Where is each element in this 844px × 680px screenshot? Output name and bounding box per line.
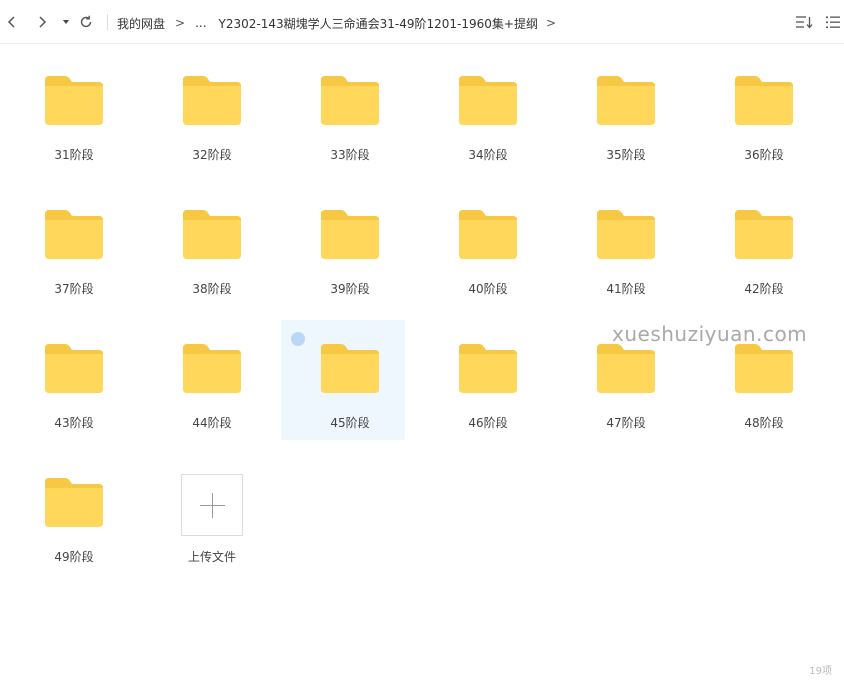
caret-down-icon: [63, 20, 69, 24]
folder-label: 48阶段: [744, 416, 784, 430]
selection-checkbox[interactable]: [291, 332, 305, 346]
folder-icon: [183, 344, 241, 393]
folder-label: 37阶段: [54, 282, 94, 296]
folder-item[interactable]: 33阶段: [281, 52, 405, 172]
sort-button[interactable]: [795, 14, 813, 34]
folder-item[interactable]: 31阶段: [5, 52, 129, 172]
folder-item[interactable]: 46阶段: [419, 320, 543, 440]
view-mode-button[interactable]: [825, 14, 841, 34]
folder-icon: [321, 210, 379, 259]
folder-icon: [45, 344, 103, 393]
folder-label: 43阶段: [54, 416, 94, 430]
breadcrumb-current[interactable]: Y2302-143糊塊学人三命通会31-49阶1201-1960集+提纲: [219, 15, 538, 32]
folder-label: 39阶段: [330, 282, 370, 296]
folder-label: 35阶段: [606, 148, 646, 162]
folder-icon: [735, 210, 793, 259]
history-dropdown-button[interactable]: [56, 11, 76, 33]
chevron-left-icon: [7, 16, 15, 28]
folder-label: 40阶段: [468, 282, 508, 296]
folder-item[interactable]: 45阶段: [281, 320, 405, 440]
refresh-icon: [80, 15, 92, 28]
folder-label: 38阶段: [192, 282, 232, 296]
folder-icon: [735, 344, 793, 393]
upload-label: 上传文件: [187, 550, 236, 564]
folder-icon: [45, 76, 103, 125]
folder-label: 49阶段: [54, 550, 94, 564]
folder-icon: [183, 210, 241, 259]
breadcrumb-ellipsis[interactable]: ...: [195, 16, 206, 30]
folder-item[interactable]: 44阶段: [143, 320, 267, 440]
folder-icon: [459, 344, 517, 393]
breadcrumb-trail-separator[interactable]: >: [546, 16, 556, 30]
folder-item[interactable]: 32阶段: [143, 52, 267, 172]
folder-item[interactable]: 43阶段: [5, 320, 129, 440]
refresh-button[interactable]: [76, 11, 96, 33]
folder-item[interactable]: 42阶段: [695, 186, 819, 306]
folder-icon: [735, 76, 793, 125]
folder-icon: [597, 76, 655, 125]
back-button[interactable]: [2, 11, 22, 33]
folder-icon: [45, 210, 103, 259]
watermark-text: xueshuziyuan.com: [612, 322, 808, 346]
forward-button[interactable]: [32, 11, 52, 33]
folder-item[interactable]: 41阶段: [557, 186, 681, 306]
folder-label: 45阶段: [330, 416, 370, 430]
folder-item[interactable]: 37阶段: [5, 186, 129, 306]
folder-label: 44阶段: [192, 416, 232, 430]
folder-icon: [459, 76, 517, 125]
toolbar-separator: [107, 14, 108, 30]
folder-label: 32阶段: [192, 148, 232, 162]
folder-icon: [183, 76, 241, 125]
folder-item[interactable]: 39阶段: [281, 186, 405, 306]
folder-label: 36阶段: [744, 148, 784, 162]
upload-file-tile[interactable]: 上传文件: [143, 454, 267, 574]
chevron-right-icon: [39, 16, 47, 28]
folder-label: 47阶段: [606, 416, 646, 430]
folder-item[interactable]: 38阶段: [143, 186, 267, 306]
folder-label: 34阶段: [468, 148, 508, 162]
folder-icon: [321, 76, 379, 125]
folder-item[interactable]: 49阶段: [5, 454, 129, 574]
folder-icon: [597, 344, 655, 393]
item-count: 19项: [809, 666, 832, 677]
folder-item[interactable]: 35阶段: [557, 52, 681, 172]
toolbar: 我的网盘 > ... Y2302-143糊塊学人三命通会31-49阶1201-1…: [0, 0, 844, 44]
folder-item[interactable]: 34阶段: [419, 52, 543, 172]
folder-icon: [597, 210, 655, 259]
list-view-icon: [826, 16, 840, 29]
sort-icon: [796, 16, 813, 29]
folder-label: 46阶段: [468, 416, 508, 430]
folder-icon: [459, 210, 517, 259]
breadcrumb-root[interactable]: 我的网盘: [117, 15, 165, 32]
folder-label: 42阶段: [744, 282, 784, 296]
upload-button[interactable]: [181, 474, 243, 536]
folder-label: 41阶段: [606, 282, 646, 296]
breadcrumb: 我的网盘 > ... Y2302-143糊塊学人三命通会31-49阶1201-1…: [117, 14, 556, 32]
folder-icon: [45, 478, 103, 527]
breadcrumb-separator: >: [175, 16, 186, 30]
folder-label: 31阶段: [54, 148, 94, 162]
folder-item[interactable]: 36阶段: [695, 52, 819, 172]
folder-item[interactable]: 40阶段: [419, 186, 543, 306]
folder-label: 33阶段: [330, 148, 370, 162]
folder-icon: [321, 344, 379, 393]
